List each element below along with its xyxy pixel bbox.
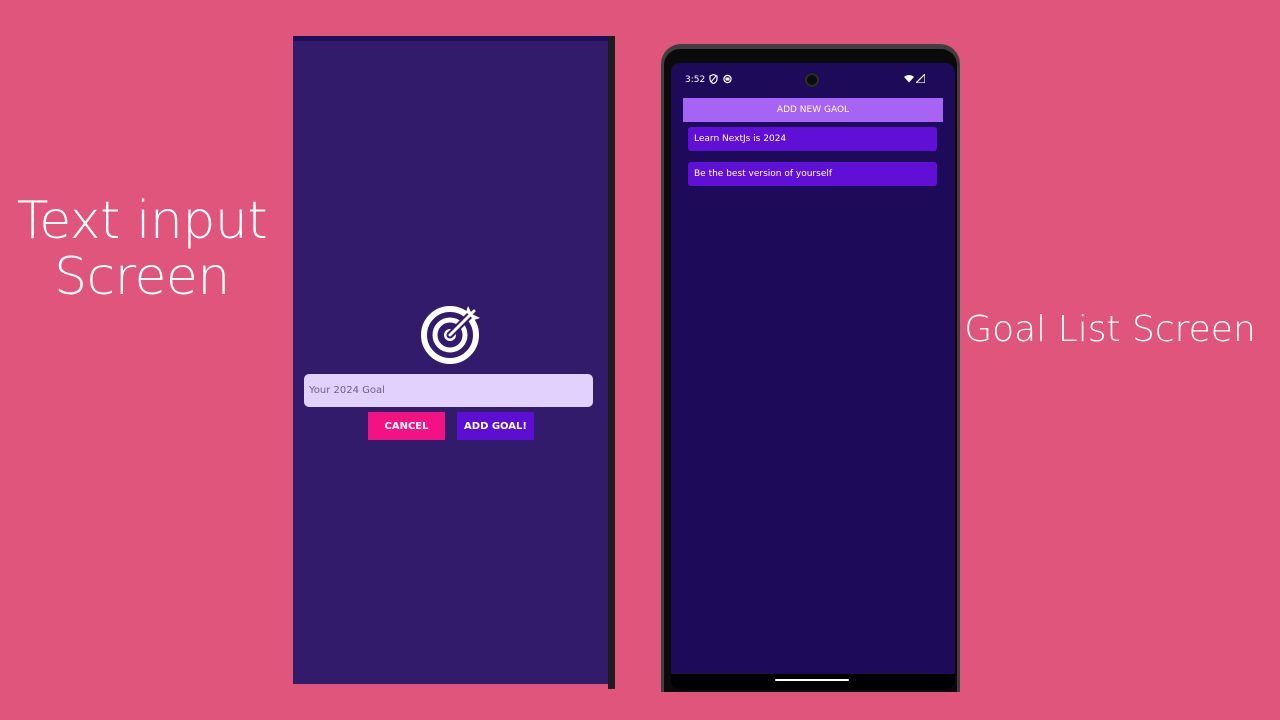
- goal-text-input[interactable]: [304, 374, 593, 407]
- navigation-bar: [671, 674, 955, 690]
- goal-list-item[interactable]: Be the best version of yourself: [688, 162, 937, 186]
- text-input-screen-caption: Text input Screen: [16, 191, 268, 308]
- status-bar: 3:52: [671, 63, 955, 95]
- add-goal-button[interactable]: ADD GOAL!: [457, 412, 534, 440]
- sync-icon: [723, 74, 732, 84]
- status-time: 3:52: [685, 75, 706, 85]
- target-arrow-icon: [421, 306, 480, 364]
- signal-icon: [916, 74, 925, 83]
- cancel-button[interactable]: CANCEL: [368, 412, 445, 440]
- front-camera: [805, 73, 819, 87]
- goal-list-screen-caption: Goal List Screen: [964, 309, 1256, 350]
- add-new-goal-button[interactable]: ADD NEW GAOL: [683, 98, 943, 122]
- wifi-icon: [904, 75, 914, 83]
- goal-list-item[interactable]: Learn NextJs is 2024: [688, 127, 937, 151]
- home-indicator[interactable]: [775, 679, 849, 681]
- status-icons-left: [709, 74, 732, 84]
- goal-list-screen: 3:52 ADD NEW GAOL Learn NextJs is 2024 B…: [671, 63, 955, 690]
- text-input-screen: CANCEL ADD GOAL!: [293, 36, 615, 689]
- status-icons-right: [904, 74, 925, 83]
- shield-icon: [709, 74, 718, 84]
